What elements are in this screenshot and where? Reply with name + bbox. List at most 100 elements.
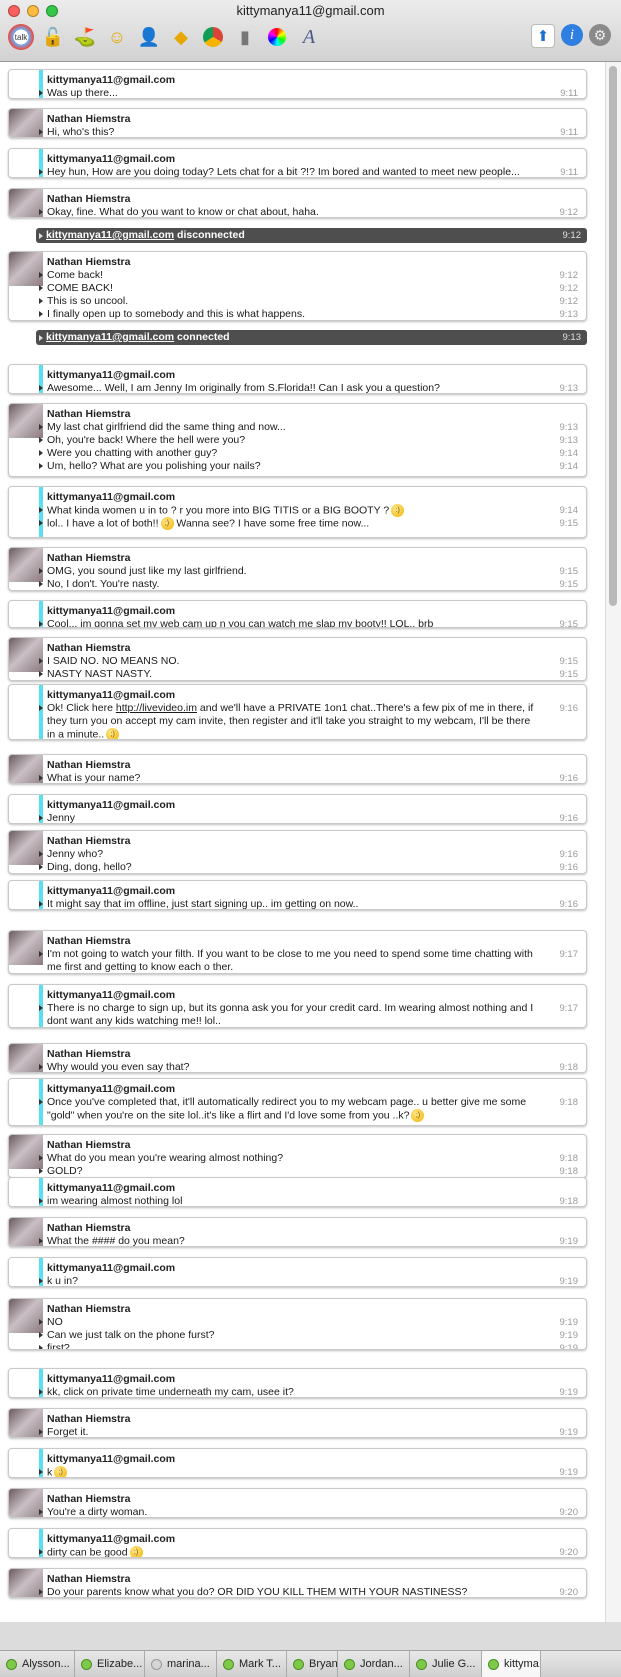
avatar[interactable] bbox=[9, 1135, 43, 1169]
line-arrow-icon bbox=[39, 864, 43, 870]
message-time: 9:12 bbox=[559, 207, 579, 218]
line-arrow-icon bbox=[39, 311, 43, 317]
message-time: 9:12 bbox=[559, 296, 579, 307]
scrollbar-thumb[interactable] bbox=[609, 66, 617, 606]
avatar[interactable] bbox=[9, 1409, 43, 1437]
message-text-part: Ding, dong, hello? bbox=[47, 861, 132, 873]
incoming-message: Nathan Hiemstra What do you mean you're w… bbox=[8, 1134, 587, 1178]
message-line: My last chat girlfriend did the same thi… bbox=[39, 421, 578, 434]
message-sender: Nathan Hiemstra bbox=[47, 835, 131, 847]
line-arrow-icon bbox=[39, 1064, 43, 1070]
avatar[interactable] bbox=[9, 548, 43, 582]
incoming-message: Nathan Hiemstra Forget it. 9:19 bbox=[8, 1408, 587, 1438]
message-text-part: Jenny bbox=[47, 812, 76, 824]
line-arrow-icon bbox=[39, 621, 43, 627]
chat-tab[interactable]: Jordan... bbox=[338, 1651, 410, 1677]
message-text: Ok! Click here http://livevideo.im and w… bbox=[47, 702, 578, 739]
incoming-message: Nathan Hiemstra NO 9:19 Can we just talk on… bbox=[8, 1298, 587, 1350]
smiley-icon[interactable]: ☺ bbox=[104, 24, 130, 50]
chat-tab[interactable]: Bryan bbox=[287, 1651, 338, 1677]
message-time: 9:18 bbox=[559, 1196, 579, 1207]
message-text-part: Um, hello? What are you polishing your n… bbox=[47, 460, 261, 472]
line-arrow-icon bbox=[39, 901, 43, 907]
chat-tab[interactable]: marina... bbox=[145, 1651, 217, 1677]
avatar[interactable] bbox=[9, 109, 43, 137]
direction-sign-icon[interactable]: ◆ bbox=[168, 24, 194, 50]
message-line: What do you mean you're wearing almost n… bbox=[39, 1152, 578, 1165]
chat-tab[interactable]: Alysson... bbox=[0, 1651, 75, 1677]
message-sender: Nathan Hiemstra bbox=[47, 1048, 131, 1060]
message-text-part: I'm not going to watch your filth. If yo… bbox=[47, 948, 533, 973]
message-text: Jenny bbox=[47, 812, 578, 824]
scrollbar[interactable] bbox=[605, 62, 621, 1622]
message-text-part: k u in? bbox=[47, 1275, 78, 1287]
chat-tab-label: Alysson... bbox=[22, 1658, 70, 1670]
message-sender: kittymanya11@gmail.com bbox=[47, 1262, 176, 1274]
settings-icon[interactable]: ⚙ bbox=[589, 24, 611, 46]
accent-strip bbox=[9, 685, 43, 739]
lock-icon[interactable]: 🔓 bbox=[40, 24, 66, 50]
chat-tab[interactable]: Elizabe... bbox=[75, 1651, 145, 1677]
avatar[interactable] bbox=[9, 638, 43, 672]
avatar[interactable] bbox=[9, 931, 43, 965]
message-line: COME BACK! 9:12 bbox=[39, 282, 578, 295]
message-time: 9:14 bbox=[559, 505, 579, 516]
avatar[interactable] bbox=[9, 1044, 43, 1072]
line-arrow-icon bbox=[39, 424, 43, 430]
outgoing-message: kittymanya11@gmail.com Jenny 9:16 bbox=[8, 794, 587, 824]
message-text-part: Why would you even say that? bbox=[47, 1061, 190, 1073]
message-sender: kittymanya11@gmail.com bbox=[47, 885, 176, 897]
line-arrow-icon bbox=[39, 1589, 43, 1595]
line-arrow-icon bbox=[39, 775, 43, 781]
message-line: Um, hello? What are you polishing your n… bbox=[39, 460, 578, 473]
status-user-link[interactable]: kittymanya11@gmail.com bbox=[46, 331, 174, 343]
message-time: 9:19 bbox=[559, 1427, 579, 1438]
online-status-icon bbox=[488, 1658, 499, 1670]
chrome-icon[interactable] bbox=[203, 27, 223, 47]
gtalk-icon[interactable]: talk bbox=[8, 24, 34, 50]
message-text: What is your name? bbox=[47, 772, 578, 783]
upload-icon[interactable]: ⬆ bbox=[531, 24, 555, 48]
signpost-icon[interactable]: ⛳ bbox=[72, 24, 98, 50]
message-line: I SAID NO. NO MEANS NO. 9:15 bbox=[39, 655, 578, 668]
accent-strip bbox=[9, 1369, 43, 1397]
font-icon[interactable]: A bbox=[296, 24, 322, 50]
outgoing-message: kittymanya11@gmail.com Awesome... Well, I… bbox=[8, 364, 587, 394]
line-arrow-icon bbox=[39, 1155, 43, 1161]
message-text: Awesome... Well, I am Jenny Im originall… bbox=[47, 382, 578, 393]
message-link[interactable]: http://livevideo.im bbox=[116, 702, 197, 714]
message-text-part: No, I don't. You're nasty. bbox=[47, 578, 160, 590]
chat-tab[interactable]: Mark T... bbox=[217, 1651, 287, 1677]
chat-tab[interactable]: kittyma... bbox=[482, 1651, 541, 1677]
avatar[interactable] bbox=[9, 1299, 43, 1333]
avatar[interactable] bbox=[9, 1218, 43, 1246]
avatar[interactable] bbox=[9, 1569, 43, 1597]
wink-emoticon-icon: ;) bbox=[411, 1109, 425, 1122]
color-wheel-icon[interactable] bbox=[268, 28, 286, 46]
message-line: What is your name? 9:16 bbox=[39, 772, 578, 783]
message-text: Cool... im gonna set my web cam up n you… bbox=[47, 618, 578, 627]
message-text-part: This is so uncool. bbox=[47, 295, 129, 307]
avatar[interactable] bbox=[9, 252, 43, 286]
line-arrow-icon bbox=[39, 520, 43, 526]
avatar[interactable] bbox=[9, 831, 43, 865]
block-user-icon[interactable]: 👤 bbox=[136, 24, 162, 50]
message-text-part: Do your parents know what you do? OR DID… bbox=[47, 1586, 468, 1598]
message-time: 9:19 bbox=[559, 1387, 579, 1398]
chat-tab[interactable]: Julie G... bbox=[410, 1651, 482, 1677]
message-line: k u in? 9:19 bbox=[39, 1275, 578, 1287]
avatar[interactable] bbox=[9, 1489, 43, 1517]
message-line: OMG, you sound just like my last girlfri… bbox=[39, 565, 578, 578]
avatar[interactable] bbox=[9, 189, 43, 217]
line-arrow-icon bbox=[39, 658, 43, 664]
phone-icon[interactable]: ▮ bbox=[232, 24, 258, 50]
avatar[interactable] bbox=[9, 404, 43, 438]
chat-tab-label: Mark T... bbox=[239, 1658, 281, 1670]
status-user-link[interactable]: kittymanya11@gmail.com bbox=[46, 229, 174, 241]
message-time: 9:16 bbox=[559, 899, 579, 910]
outgoing-message: kittymanya11@gmail.com kk, click on priva… bbox=[8, 1368, 587, 1398]
info-icon[interactable]: i bbox=[561, 24, 583, 46]
avatar[interactable] bbox=[9, 755, 43, 783]
expand-arrow-icon bbox=[39, 335, 43, 341]
message-line: Can we just talk on the phone furst? 9:19 bbox=[39, 1329, 578, 1342]
